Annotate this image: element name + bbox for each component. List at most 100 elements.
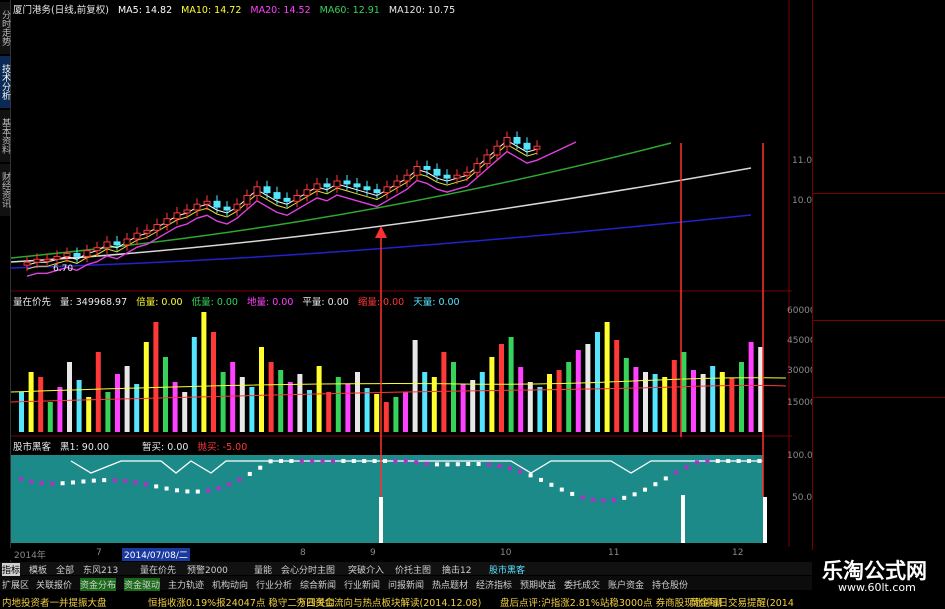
menu-item[interactable]: 预期收益 bbox=[520, 578, 556, 591]
indicator-tab[interactable]: 预警2000 bbox=[187, 563, 228, 576]
menu-item[interactable]: 账户资金 bbox=[608, 578, 644, 591]
volume-bar bbox=[268, 362, 274, 432]
price-chart[interactable]: 厦门港务(日线,前复权) MA5: 14.82 MA10: 14.72 MA20… bbox=[11, 0, 818, 292]
indicator-dot bbox=[372, 459, 377, 463]
ind-legend-0: 黑1: 90.00 bbox=[60, 442, 110, 453]
indicator-dot bbox=[71, 480, 75, 485]
menu-item[interactable]: 关联报价 bbox=[36, 578, 72, 591]
candle bbox=[533, 145, 541, 150]
menu-item[interactable]: 资金驱动 bbox=[124, 578, 161, 591]
menu-item[interactable]: 主力轨迹 bbox=[168, 578, 204, 591]
indicator-tab[interactable]: 股市黑客 bbox=[489, 563, 525, 576]
candle bbox=[93, 247, 101, 252]
indicator-tab[interactable]: 指标 bbox=[2, 563, 21, 576]
menu-item[interactable]: 经济指标 bbox=[476, 578, 512, 591]
menu-item[interactable]: 扩展区 bbox=[2, 578, 29, 591]
candle bbox=[373, 189, 381, 194]
candle bbox=[383, 186, 391, 194]
menu-item[interactable]: 机构动向 bbox=[212, 578, 248, 591]
menu-item[interactable]: 问报新闻 bbox=[388, 578, 424, 591]
indicator-dot bbox=[102, 478, 107, 483]
news-headline[interactable]: 黄金每日交易提醒(2014 bbox=[690, 595, 794, 609]
volume-bar bbox=[364, 388, 370, 432]
menu-item[interactable]: 持仓股份 bbox=[652, 578, 688, 591]
candle bbox=[303, 189, 311, 196]
tab-technical[interactable]: 技术分析 bbox=[0, 56, 10, 108]
indicator-tab[interactable]: 价托主图 bbox=[395, 563, 431, 576]
candlestick-chart[interactable] bbox=[11, 0, 792, 292]
ma20-label: MA20: 14.52 bbox=[250, 5, 311, 16]
indicator-tab[interactable]: 模板 bbox=[29, 563, 47, 576]
menu-item[interactable]: 委托成交 bbox=[564, 578, 600, 591]
date-mark-12: 12 bbox=[732, 548, 744, 558]
tab-news[interactable]: 财经资讯 bbox=[0, 164, 10, 216]
volume-bars[interactable] bbox=[11, 292, 792, 437]
candle bbox=[143, 229, 151, 234]
indicator-dot bbox=[341, 459, 346, 463]
date-selected[interactable]: 2014/07/08/二 bbox=[122, 548, 190, 561]
volume-bar bbox=[412, 340, 418, 432]
volume-bar bbox=[355, 372, 360, 432]
indicator-dot bbox=[684, 465, 689, 470]
indicator-dot bbox=[185, 489, 190, 494]
news-headline[interactable]: 盘后点评:沪指涨2.81%站稳3000点 券商股现涨停潮 bbox=[500, 595, 722, 609]
indicator-dot bbox=[435, 462, 439, 467]
indicator-tab[interactable]: 突破介入 bbox=[348, 563, 384, 576]
indicator-tab[interactable]: 会心分时主图 bbox=[281, 563, 335, 576]
indicator-tab[interactable]: 量在价先 bbox=[140, 563, 176, 576]
menu-item[interactable]: 资金分布 bbox=[80, 578, 117, 591]
volume-bar bbox=[297, 374, 303, 432]
volume-bar bbox=[201, 312, 207, 432]
volume-title: 量在价先 bbox=[13, 297, 52, 308]
indicator-dot bbox=[663, 476, 668, 481]
volume-bar bbox=[287, 382, 293, 432]
indicator-dot bbox=[289, 459, 294, 463]
volume-bar bbox=[163, 357, 168, 432]
indicator-dot bbox=[622, 495, 627, 500]
volume-bar bbox=[604, 322, 610, 432]
function-menu-bar: 扩展区 关联报价 资金分布 资金驱动 主力轨迹 机构动向 行业分析 综合新闻 行业新闻 问报新闻热… bbox=[0, 576, 812, 591]
indicator-dot bbox=[50, 481, 55, 486]
volume-bar bbox=[316, 366, 322, 432]
menu-item[interactable]: 综合新闻 bbox=[300, 578, 336, 591]
menu-item[interactable]: 行业分析 bbox=[256, 578, 292, 591]
volume-bar bbox=[585, 344, 591, 432]
volume-bar bbox=[47, 402, 53, 432]
candle bbox=[173, 212, 181, 220]
indicator-dot bbox=[455, 462, 460, 467]
quote-row bbox=[815, 305, 945, 319]
tab-fundamentals[interactable]: 基本资料 bbox=[0, 110, 10, 162]
volume-chart[interactable]: 量在价先 量: 349968.97 倍量: 0.00 低量: 0.00 地量: … bbox=[11, 292, 816, 437]
candle bbox=[273, 192, 281, 199]
signal-arrow bbox=[375, 226, 387, 238]
indicator-tab[interactable]: 东风213 bbox=[83, 563, 118, 576]
indicator-dot bbox=[757, 459, 762, 463]
indicator-dot bbox=[705, 459, 710, 463]
indicator-dot bbox=[175, 488, 179, 493]
candle bbox=[463, 171, 471, 176]
news-headline[interactable]: 内地投资者一并提振大盘 bbox=[2, 595, 107, 609]
indicator-dot bbox=[123, 478, 127, 483]
tab-intraday[interactable]: 分时走势 bbox=[0, 2, 10, 54]
volume-bar bbox=[403, 392, 408, 432]
indicator-dot bbox=[258, 465, 263, 470]
candle bbox=[113, 241, 121, 246]
indicator-chart[interactable]: 股市黑客 黑1: 90.00 暂买: 0.00 抛买: -5.00 50.00 … bbox=[11, 437, 819, 547]
volume-bar bbox=[374, 394, 380, 432]
indicator-tab-bar: 指标 模板 全部 东风213 量在价先 预警2000 量能 会心分时主图 突破介入 价托主图 擒击1… bbox=[0, 562, 812, 576]
volume-bar bbox=[249, 387, 255, 432]
date-mark-10: 10 bbox=[500, 548, 512, 558]
indicator-dot bbox=[518, 469, 523, 474]
indicator-tab[interactable]: 擒击12 bbox=[442, 563, 471, 576]
candle bbox=[153, 224, 161, 231]
news-headline[interactable]: 今日资金流向与热点板块解读(2014.12.08) bbox=[296, 595, 481, 609]
indicator-dot bbox=[747, 459, 751, 463]
menu-item[interactable]: 行业新闻 bbox=[344, 578, 380, 591]
candle bbox=[223, 206, 231, 211]
indicator-dot bbox=[674, 470, 679, 475]
indicator-tab[interactable]: 全部 bbox=[56, 563, 74, 576]
menu-item[interactable]: 热点题材 bbox=[432, 578, 468, 591]
indicator-tab[interactable]: 量能 bbox=[254, 563, 272, 576]
indicator-plot[interactable] bbox=[11, 437, 792, 547]
divider bbox=[813, 320, 945, 321]
